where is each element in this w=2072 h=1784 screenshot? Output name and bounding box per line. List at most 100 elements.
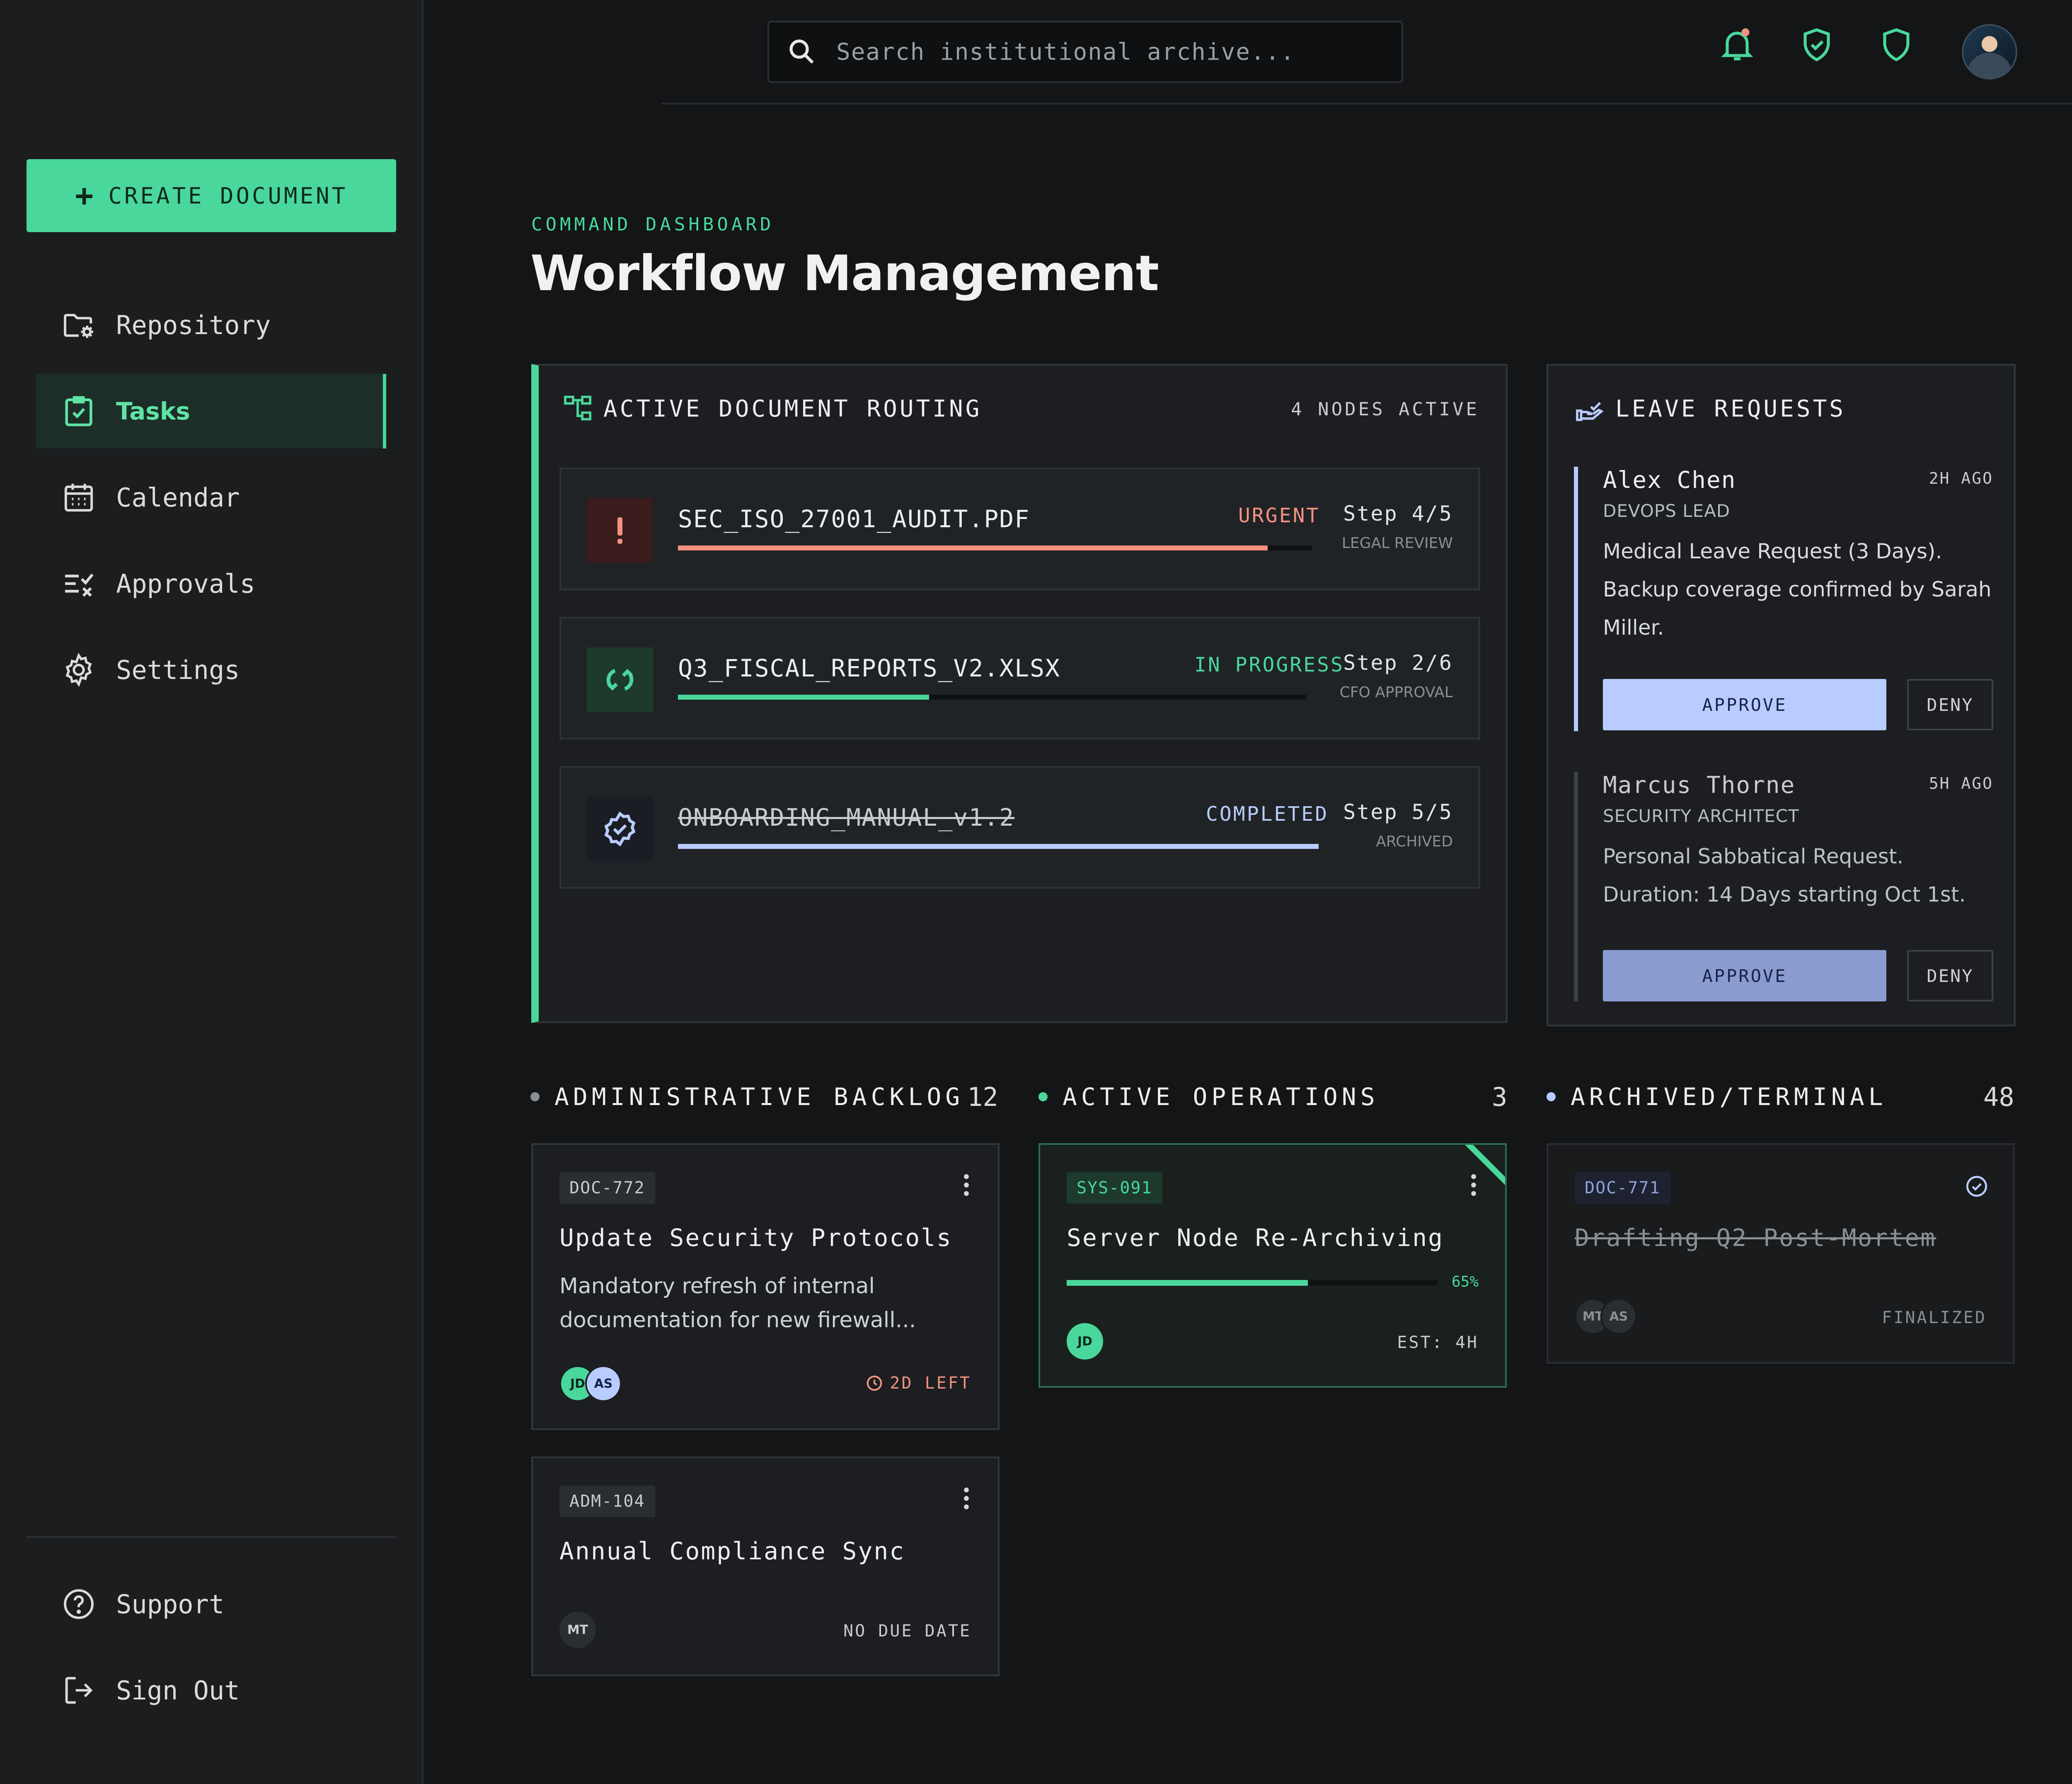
- clipboard-check-icon: [65, 396, 92, 427]
- route-row[interactable]: Q3_FISCAL_REPORTS_V2.XLSX IN PROGRESS St…: [559, 617, 1480, 739]
- more-vertical-icon[interactable]: [1465, 1171, 1482, 1200]
- search-input[interactable]: [836, 38, 1375, 65]
- user-avatar[interactable]: [1962, 24, 2017, 80]
- route-file-name: ONBOARDING_MANUAL_v1.2: [678, 803, 1015, 831]
- estimate-text: EST: 4H: [1397, 1333, 1479, 1352]
- list-check-icon: [65, 573, 94, 597]
- help-circle-icon: [64, 1589, 94, 1619]
- deny-button[interactable]: DENY: [1907, 950, 1993, 1001]
- deny-button[interactable]: DENY: [1907, 679, 1993, 730]
- sidebar-item-support[interactable]: Support: [36, 1567, 386, 1641]
- route-row[interactable]: SEC_ISO_27001_AUDIT.PDF URGENT Step 4/5 …: [559, 468, 1480, 590]
- requester-name: Marcus Thorne: [1603, 772, 1796, 799]
- sidebar-item-repository[interactable]: Repository: [36, 288, 386, 362]
- card-tag: DOC-772: [559, 1172, 655, 1204]
- create-document-button[interactable]: + CREATE DOCUMENT: [27, 159, 396, 232]
- leave-request-item: Marcus Thorne 5H AGO SECURITY ARCHITECT …: [1574, 772, 1993, 1001]
- sidebar-divider: [27, 1536, 396, 1538]
- exclamation-icon: [617, 517, 622, 544]
- task-card[interactable]: DOC-772 Update Security Protocols Mandat…: [531, 1143, 1000, 1430]
- assignee-avatar: AS: [1600, 1298, 1637, 1335]
- more-vertical-icon[interactable]: [958, 1171, 975, 1200]
- leave-title-text: LEAVE REQUESTS: [1615, 395, 1846, 422]
- sidebar-item-label: Sign Out: [116, 1675, 240, 1706]
- route-progress-fill: [678, 695, 929, 700]
- column-title: ADMINISTRATIVE BACKLOG: [554, 1083, 964, 1111]
- column-header-archived: ARCHIVED/TERMINAL: [1547, 1080, 1887, 1113]
- flow-chart-icon: [564, 395, 591, 421]
- sidebar-item-approvals[interactable]: Approvals: [36, 546, 386, 621]
- card-title: Update Security Protocols: [559, 1224, 952, 1252]
- route-step-description: LEGAL REVIEW: [1341, 535, 1453, 552]
- route-status-icon: [587, 498, 653, 563]
- plus-icon: +: [75, 178, 96, 213]
- sidebar-item-label: Settings: [116, 654, 240, 685]
- sidebar-item-sign-out[interactable]: Sign Out: [36, 1653, 386, 1728]
- sidebar-item-settings[interactable]: Settings: [36, 633, 386, 707]
- task-card[interactable]: ADM-104 Annual Compliance Sync MT NO DUE…: [531, 1457, 1000, 1676]
- gear-icon: [65, 652, 92, 687]
- check-circle-icon: [1966, 1176, 1987, 1197]
- create-document-label: CREATE DOCUMENT: [108, 182, 348, 209]
- column-title: ACTIVE OPERATIONS: [1063, 1083, 1379, 1111]
- column-header-backlog: ADMINISTRATIVE BACKLOG: [530, 1080, 964, 1113]
- assignee-avatar: AS: [585, 1365, 622, 1402]
- column-count: 3: [1492, 1081, 1508, 1112]
- requester-name: Alex Chen: [1603, 467, 1736, 494]
- page-eyebrow: COMMAND DASHBOARD: [531, 214, 775, 235]
- route-progress-track: [678, 844, 1319, 849]
- leave-requests-panel: LEAVE REQUESTS Alex Chen 2H AGO DEVOPS L…: [1547, 364, 2016, 1026]
- verified-badge-icon: [604, 811, 636, 847]
- route-status-label: IN PROGRESS: [1194, 653, 1344, 676]
- search-bar[interactable]: [767, 21, 1403, 83]
- due-indicator: 2D LEFT: [865, 1374, 971, 1393]
- route-step-description: CFO APPROVAL: [1339, 684, 1453, 701]
- status-dot: [1038, 1092, 1048, 1101]
- route-file-name: SEC_ISO_27001_AUDIT.PDF: [678, 505, 1030, 533]
- status-dot: [530, 1092, 540, 1101]
- route-file-name: Q3_FISCAL_REPORTS_V2.XLSX: [678, 654, 1060, 682]
- card-progress-track: [1067, 1280, 1438, 1286]
- task-card-archived[interactable]: DOC-771 Drafting Q2 Post-Mortem MT AS FI…: [1547, 1143, 2015, 1364]
- leave-request-item: Alex Chen 2H AGO DEVOPS LEAD Medical Lea…: [1574, 467, 1993, 731]
- sidebar-item-tasks[interactable]: Tasks: [36, 374, 386, 448]
- more-vertical-icon[interactable]: [958, 1484, 975, 1513]
- folder-gear-icon: [64, 314, 93, 338]
- shield-check-icon[interactable]: [1797, 25, 1837, 65]
- request-time: 5H AGO: [1929, 774, 1993, 793]
- assignee-avatar: MT: [559, 1612, 596, 1648]
- route-progress-fill: [678, 844, 1319, 849]
- nodes-active-count: 4 NODES ACTIVE: [1291, 399, 1479, 420]
- route-progress-fill: [678, 545, 1268, 550]
- route-row[interactable]: ONBOARDING_MANUAL_v1.2 COMPLETED Step 5/…: [559, 766, 1480, 889]
- task-card-active[interactable]: SYS-091 Server Node Re-Archiving 65% JD …: [1038, 1143, 1507, 1388]
- shield-icon[interactable]: [1876, 25, 1916, 65]
- request-description: Personal Sabbatical Request. Duration: 1…: [1603, 844, 1966, 907]
- sidebar: + CREATE DOCUMENT Repository Tasks Calen…: [0, 0, 424, 1784]
- hand-holding-icon: [1576, 402, 1604, 421]
- route-step: Step 5/5: [1343, 800, 1453, 824]
- active-document-routing-panel: ACTIVE DOCUMENT ROUTING 4 NODES ACTIVE S…: [531, 364, 1508, 1023]
- leave-panel-title: LEAVE REQUESTS: [1574, 393, 1846, 424]
- due-text: 2D LEFT: [890, 1374, 971, 1393]
- requester-role: SECURITY ARCHITECT: [1603, 806, 1799, 826]
- clock-icon: [867, 1375, 882, 1391]
- card-progress-fill: [1067, 1280, 1308, 1286]
- card-title: Annual Compliance Sync: [559, 1537, 905, 1565]
- sidebar-item-label: Support: [116, 1589, 225, 1619]
- bell-icon[interactable]: [1717, 25, 1757, 65]
- topbar-divider: [661, 103, 2072, 104]
- column-header-active: ACTIVE OPERATIONS: [1038, 1080, 1379, 1113]
- approve-button[interactable]: APPROVE: [1603, 950, 1886, 1001]
- approve-button[interactable]: APPROVE: [1603, 679, 1886, 730]
- card-progress-label: 65%: [1451, 1273, 1479, 1290]
- route-status-icon: [587, 797, 653, 861]
- card-description: Mandatory refresh of internal documentat…: [559, 1274, 916, 1333]
- route-step: Step 2/6: [1343, 651, 1453, 675]
- sidebar-item-calendar[interactable]: Calendar: [36, 460, 386, 535]
- column-title: ARCHIVED/TERMINAL: [1571, 1083, 1887, 1111]
- route-status-icon: [587, 647, 653, 712]
- route-progress-track: [678, 545, 1312, 550]
- sidebar-item-label: Repository: [116, 310, 271, 340]
- requester-role: DEVOPS LEAD: [1603, 501, 1731, 521]
